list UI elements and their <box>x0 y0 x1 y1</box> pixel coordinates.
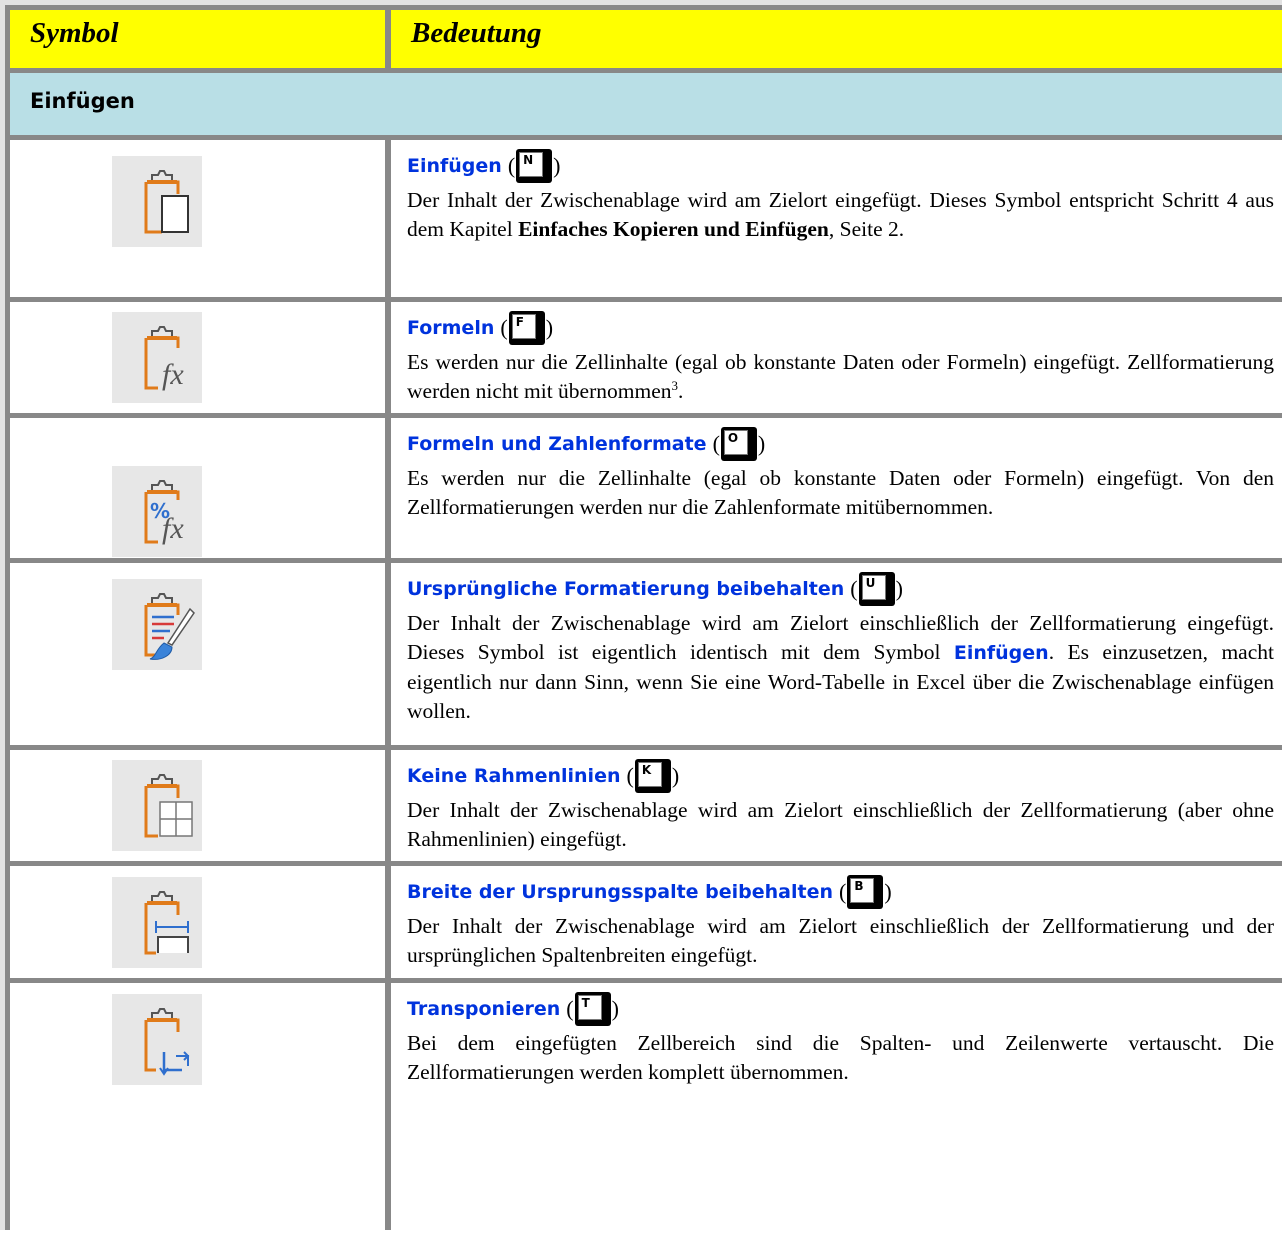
paren-open: ( <box>850 576 858 601</box>
key-letter: K <box>641 763 652 777</box>
paste-transpose-icon <box>112 994 202 1085</box>
paste-keep-source-formatting-icon <box>112 579 202 670</box>
symbol-cell: fx <box>10 302 385 413</box>
paren-close: ) <box>757 431 766 456</box>
key-letter: F <box>515 315 524 329</box>
entry-title: Einfügen <box>407 155 502 177</box>
entry-description: Bei dem eingefügten Zellbereich sind die… <box>407 1031 1274 1084</box>
key-icon: O <box>720 427 757 461</box>
entry-description: Es werden nur die Zellinhalte (egal ob k… <box>407 350 1274 403</box>
paren-open: ( <box>507 153 516 178</box>
key-icon: U <box>858 572 895 606</box>
entry-title: Transponieren <box>407 998 561 1020</box>
entry-description: Der Inhalt der Zwischenablage wird am Zi… <box>407 798 1274 851</box>
paren-close: ) <box>545 315 554 340</box>
entry-description: Es werden nur die Zellinhalte (egal ob k… <box>407 466 1274 519</box>
key-letter: O <box>727 431 739 445</box>
meaning-cell: Ursprüngliche Formatierung beibehalten (… <box>391 563 1282 745</box>
key-letter: N <box>523 153 534 167</box>
key-icon: K <box>634 759 671 793</box>
symbol-cell: % fx <box>10 418 385 558</box>
chapter-reference: Einfaches Kopieren und Einfügen <box>518 217 829 241</box>
paste-formulas-icon: fx <box>112 312 202 403</box>
paste-no-borders-icon <box>112 760 202 851</box>
table-frame: Symbol Bedeutung Einfügen Einfügen (N)… <box>0 0 1282 1243</box>
meaning-cell: Formeln und Zahlenformate ( O ) Es werde… <box>391 418 1282 558</box>
header-cell-meaning: Bedeutung <box>391 10 1282 68</box>
paren-close: ) <box>611 996 619 1021</box>
paren-open: ( <box>500 315 508 340</box>
section-row: Einfügen <box>10 73 1282 135</box>
key-icon: T <box>574 992 611 1026</box>
entry-title: Ursprüngliche Formatierung beibehalten <box>407 578 845 600</box>
key-icon: F <box>508 311 545 345</box>
document-page: Symbol Bedeutung Einfügen Einfügen (N)… <box>0 0 1282 1243</box>
paren-close: ) <box>895 576 903 601</box>
header-cell-symbol: Symbol <box>10 10 385 68</box>
entry-description: Der Inhalt der Zwischenablage wird am Zi… <box>407 611 1274 723</box>
paren-open: ( <box>839 879 847 904</box>
paren-open: ( <box>712 431 720 456</box>
key-letter: T <box>581 996 590 1010</box>
header-meaning-label: Bedeutung <box>411 17 542 49</box>
paste-icon <box>112 156 202 247</box>
paren-close: ) <box>553 153 561 178</box>
paste-keep-column-widths-icon <box>112 877 202 968</box>
paren-open: ( <box>566 996 574 1021</box>
meaning-cell: Breite der Ursprungsspalte beibehalten (… <box>391 866 1282 978</box>
paren-open: ( <box>626 763 634 788</box>
entry-title: Breite der Ursprungsspalte beibehalten <box>407 881 834 903</box>
meaning-cell: Formeln ( F ) Es werden nur die Zellinha… <box>391 302 1282 413</box>
symbol-reference-link: Einfügen <box>953 642 1049 664</box>
paren-close: ) <box>671 763 680 788</box>
symbol-cell <box>10 983 385 1243</box>
paste-formulas-number-formats-icon: % fx <box>112 466 202 557</box>
svg-text:fx: fx <box>162 358 184 391</box>
paren-close: ) <box>884 879 892 904</box>
entry-title: Keine Rahmenlinien <box>407 765 621 787</box>
entry-title: Formeln <box>407 317 495 339</box>
symbol-cell <box>10 750 385 861</box>
key-icon: N <box>516 149 553 183</box>
symbol-cell <box>10 866 385 978</box>
symbol-cell <box>10 140 385 297</box>
meaning-cell: Einfügen ( N ) Der Inhalt der Zwischenab… <box>391 140 1282 297</box>
symbol-cell <box>10 563 385 745</box>
entry-description: Der Inhalt der Zwischenablage wird am Zi… <box>407 914 1274 967</box>
key-letter: B <box>854 879 864 893</box>
entry-title: Formeln und Zahlenformate <box>407 433 707 455</box>
meaning-cell: Keine Rahmenlinien ( K ) Der Inhalt der … <box>391 750 1282 861</box>
section-title: Einfügen <box>30 89 135 113</box>
key-letter: U <box>865 576 876 590</box>
key-icon: B <box>847 875 884 909</box>
svg-text:fx: fx <box>162 512 184 545</box>
entry-description: Der Inhalt der Zwischenablage wird am Zi… <box>407 188 1274 241</box>
header-symbol-label: Symbol <box>30 17 119 49</box>
meaning-cell: Transponieren ( T ) Bei dem eingefügten … <box>391 983 1282 1243</box>
